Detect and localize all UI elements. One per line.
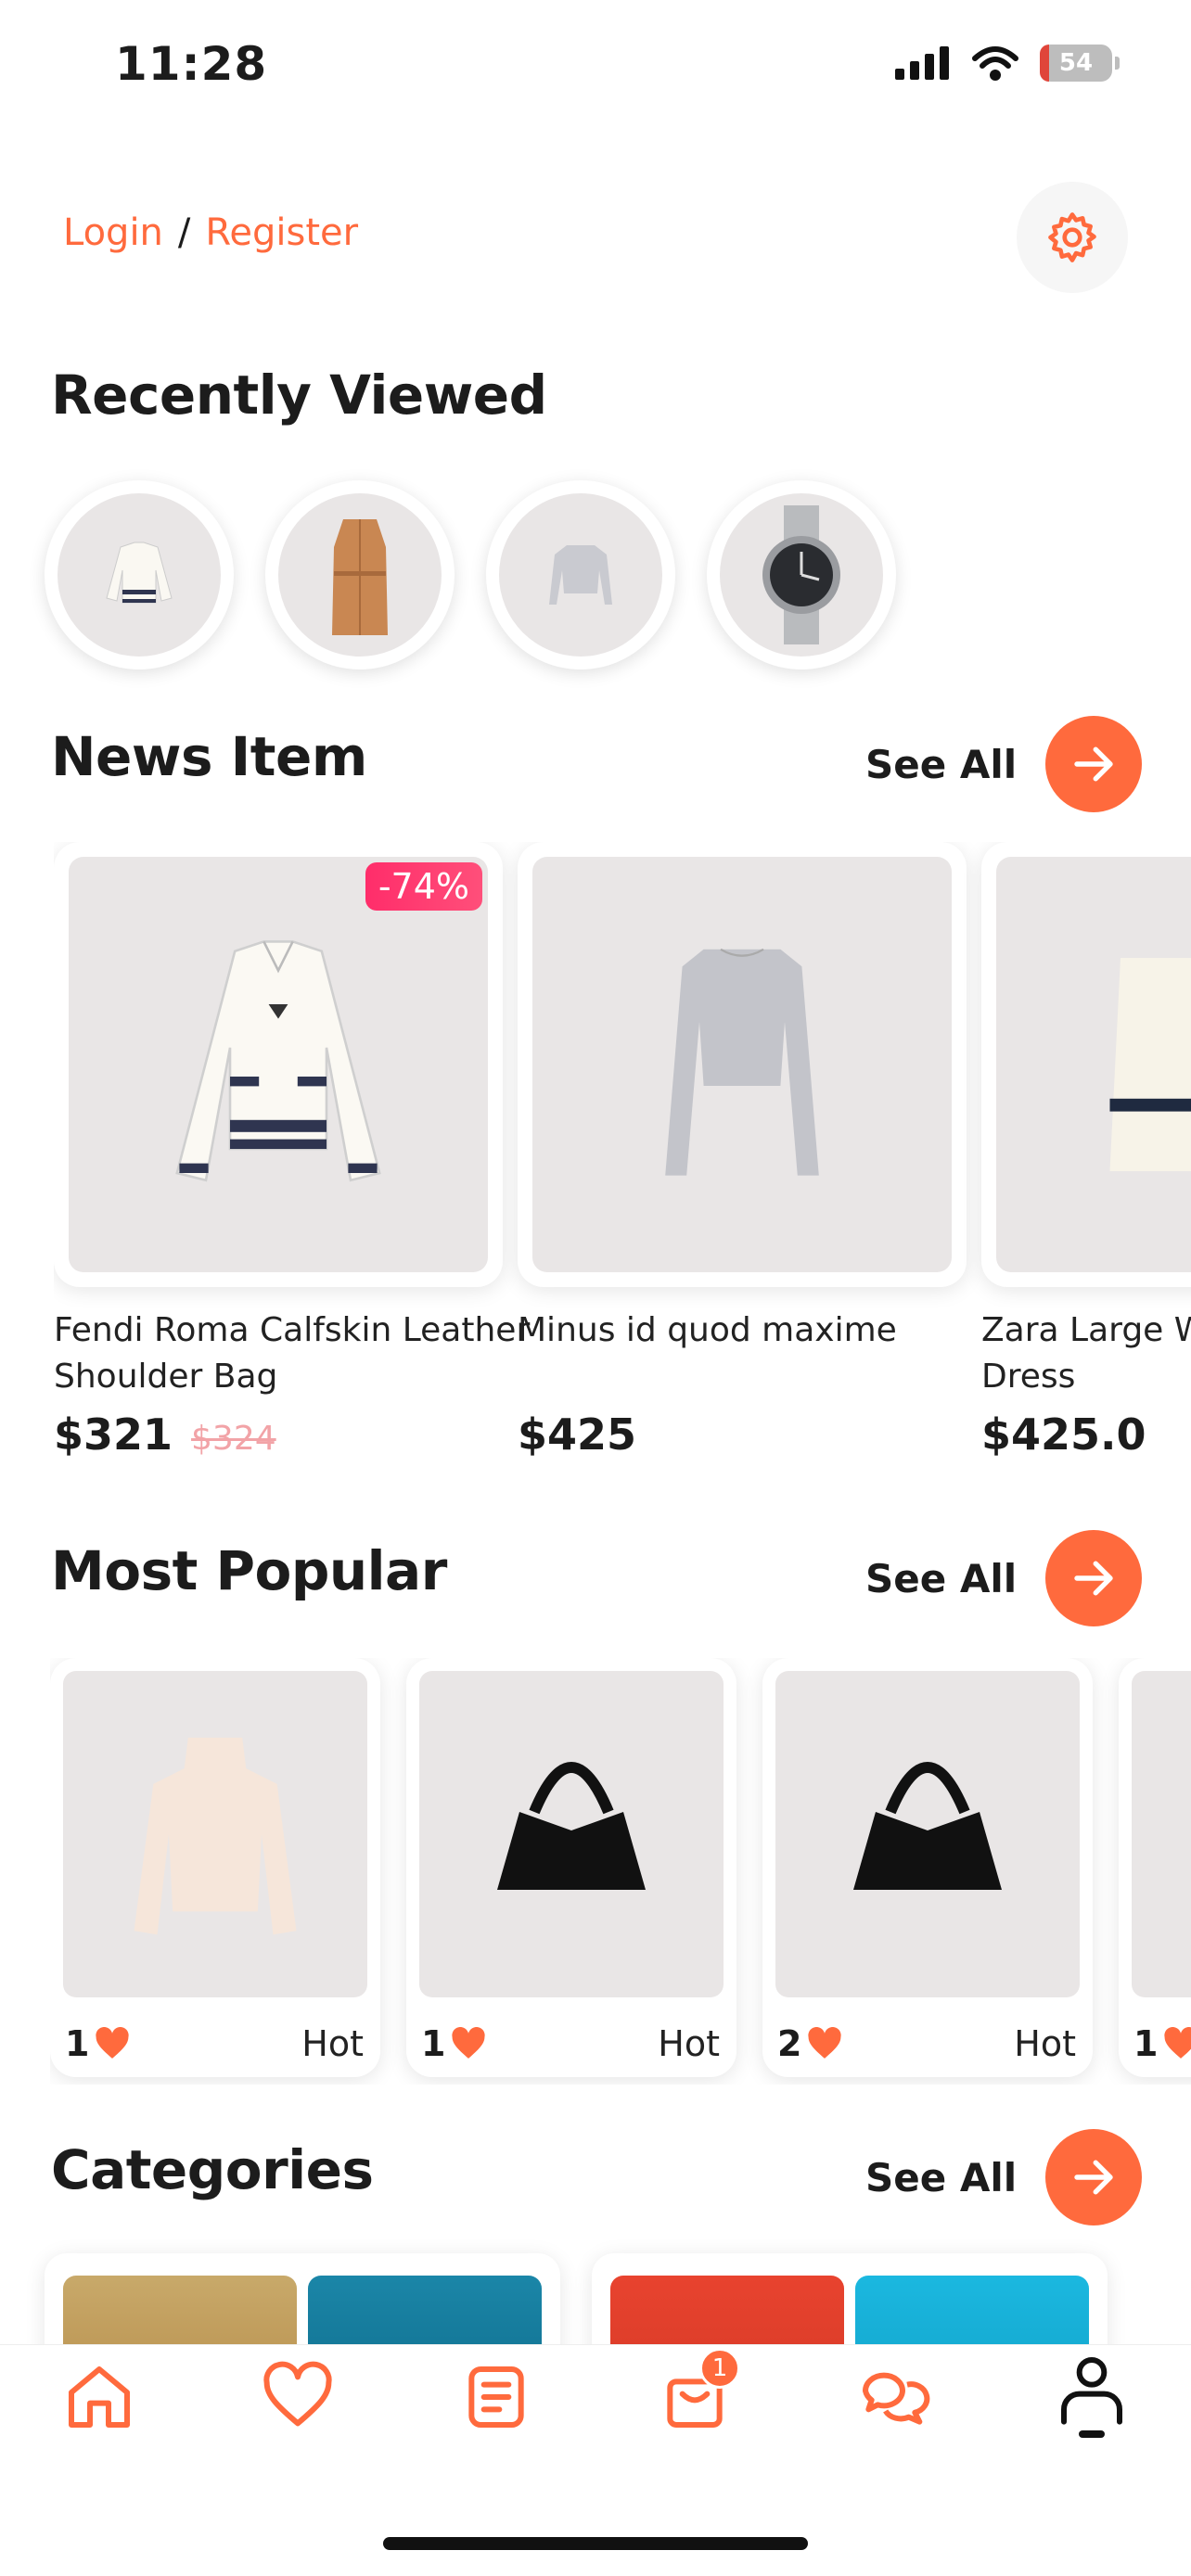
tab-chat[interactable] <box>852 2355 935 2439</box>
recently-viewed-item[interactable] <box>265 480 455 670</box>
tab-orders[interactable] <box>455 2355 538 2439</box>
recently-viewed-item[interactable] <box>45 480 234 670</box>
popular-see-all-button[interactable] <box>1045 1530 1142 1626</box>
likes-count: 1 <box>65 2023 90 2064</box>
product-card[interactable]: -74% Fendi Roma Calfskin Leather Shoulde… <box>54 842 531 1460</box>
heart-icon <box>1164 2027 1191 2059</box>
arrow-right-icon <box>1074 1561 1113 1596</box>
popular-product-card[interactable]: 1 Hot <box>50 1658 380 2077</box>
login-link[interactable]: Login <box>63 211 163 254</box>
product-name: Fendi Roma Calfskin Leather Shoulder Bag <box>54 1311 531 1396</box>
auth-links: Login / Register <box>63 211 358 254</box>
tab-profile[interactable] <box>1050 2355 1133 2439</box>
likes-count: 1 <box>421 2023 446 2064</box>
popular-product-card[interactable]: 1 <box>1119 1658 1191 2077</box>
recently-viewed-item[interactable] <box>707 480 896 670</box>
heart-icon <box>96 2027 130 2059</box>
product-card[interactable]: Zara Large We Dress $425.0 <box>981 842 1191 1460</box>
product-image <box>134 1737 297 1935</box>
tab-wishlist[interactable] <box>256 2355 339 2439</box>
product-image <box>1109 958 1191 1171</box>
product-image <box>853 1762 1002 1890</box>
trench-coat-image <box>332 519 388 635</box>
wifi-icon <box>972 46 1018 81</box>
hot-tag: Hot <box>301 2023 364 2064</box>
home-indicator <box>383 2537 808 2550</box>
chat-icon <box>863 2372 930 2425</box>
product-price: $321 <box>54 1409 173 1460</box>
categories-list <box>45 2253 1191 2405</box>
tab-home[interactable] <box>58 2355 141 2439</box>
settings-gear-icon <box>1048 212 1096 262</box>
product-name: Zara Large We Dress <box>981 1311 1191 1396</box>
product-old-price: $324 <box>191 1420 276 1458</box>
discount-badge: -74% <box>365 862 482 911</box>
status-bar: 11:28 54 <box>0 0 1191 139</box>
status-time: 11:28 <box>115 37 268 91</box>
heart-icon <box>808 2027 842 2059</box>
most-popular-list: 1 Hot 1 Hot 2 Hot 1 <box>50 1658 1191 2085</box>
watch-image <box>762 505 840 644</box>
news-item-list: -74% Fendi Roma Calfskin Leather Shoulde… <box>54 842 1191 1491</box>
product-image <box>665 948 819 1176</box>
popular-product-card[interactable]: 2 Hot <box>762 1658 1093 2077</box>
categories-see-all-link[interactable]: See All <box>865 2155 1017 2200</box>
news-item-title: News Item <box>51 725 367 788</box>
most-popular-title: Most Popular <box>51 1539 447 1602</box>
battery-icon: 54 <box>1040 45 1120 82</box>
product-name: Minus id quod maxime <box>518 1311 897 1349</box>
news-see-all-button[interactable] <box>1045 716 1142 812</box>
recently-viewed-title: Recently Viewed <box>51 363 547 427</box>
user-icon <box>1061 2357 1122 2438</box>
hot-tag: Hot <box>1014 2023 1076 2064</box>
arrow-right-icon <box>1074 746 1113 782</box>
auth-separator: / <box>177 211 191 254</box>
likes-count: 1 <box>1133 2023 1159 2064</box>
categories-title: Categories <box>51 2138 374 2201</box>
product-price: $425.0 <box>981 1409 1146 1460</box>
heart-icon <box>263 2361 332 2427</box>
news-see-all-link[interactable]: See All <box>865 742 1017 787</box>
product-image <box>497 1762 646 1890</box>
product-price: $425 <box>518 1409 637 1460</box>
categories-see-all-button[interactable] <box>1045 2129 1142 2225</box>
register-link[interactable]: Register <box>205 211 358 254</box>
tab-cart[interactable]: 1 <box>653 2348 740 2439</box>
list-icon <box>468 2366 524 2428</box>
home-icon <box>69 2366 130 2428</box>
recently-viewed-list <box>45 480 896 670</box>
likes-count: 2 <box>777 2023 802 2064</box>
product-card[interactable]: Minus id quod maxime $425 <box>518 842 967 1460</box>
settings-button[interactable] <box>1017 182 1128 293</box>
product-image <box>175 940 381 1182</box>
sweater-image <box>549 545 612 605</box>
popular-see-all-link[interactable]: See All <box>865 1556 1017 1601</box>
status-icons: 54 <box>895 45 1120 82</box>
recently-viewed-item[interactable] <box>486 480 675 670</box>
cart-badge: 1 <box>699 2348 740 2389</box>
jacket-image <box>106 542 173 604</box>
cellular-signal-icon <box>895 46 949 80</box>
arrow-right-icon <box>1074 2160 1113 2195</box>
heart-icon <box>452 2027 486 2059</box>
hot-tag: Hot <box>658 2023 720 2064</box>
popular-product-card[interactable]: 1 Hot <box>406 1658 736 2077</box>
